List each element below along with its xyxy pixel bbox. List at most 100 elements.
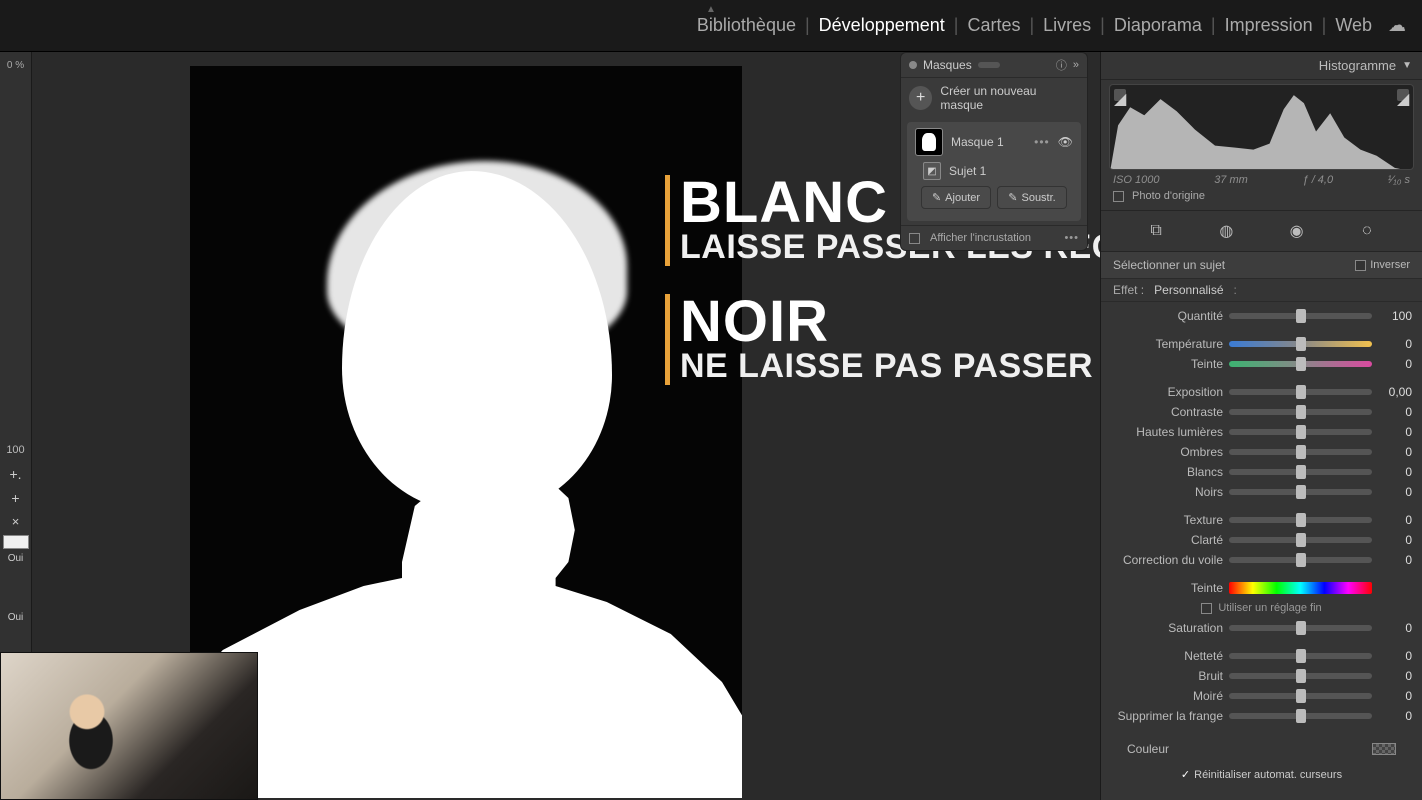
use-fine-adjust-row[interactable]: Utiliser un réglage fin [1111, 598, 1412, 618]
select-subject-row: Sélectionner un sujet Inverser [1101, 252, 1422, 279]
slider-label: Exposition [1111, 385, 1223, 399]
fine-checkbox[interactable] [1201, 603, 1212, 614]
slider-value: 0 [1378, 485, 1412, 499]
slider-teinte[interactable]: Teinte0 [1111, 354, 1412, 374]
slider-voile[interactable]: Correction du voile0 [1111, 550, 1412, 570]
slider-label: Blancs [1111, 465, 1223, 479]
slider-track[interactable] [1229, 361, 1372, 367]
original-photo-checkbox[interactable] [1113, 191, 1124, 202]
slider-label: Contraste [1111, 405, 1223, 419]
local-tool-icons: ⧉ ◍ ◉ ◌ [1101, 211, 1422, 252]
slider-value: 0 [1378, 425, 1412, 439]
invert-checkbox[interactable] [1355, 260, 1366, 271]
mask-visibility-icon[interactable]: 👁 [1058, 135, 1073, 149]
heal-icon[interactable]: ◍ [1214, 219, 1238, 243]
mask-opacity-slider[interactable] [978, 62, 1000, 68]
bg-swatch[interactable] [3, 535, 29, 549]
slider-value: 0 [1378, 533, 1412, 547]
plus2-icon[interactable]: + [2, 487, 30, 509]
slider-temperature[interactable]: Température0 [1111, 334, 1412, 354]
slider-quantite[interactable]: Quantité100 [1111, 306, 1412, 326]
slider-blancs[interactable]: Blancs0 [1111, 462, 1412, 482]
original-photo-row[interactable]: Photo d'origine [1101, 188, 1422, 211]
panel-expand-arrow-icon[interactable]: ▲ [706, 4, 716, 15]
slider-bruit[interactable]: Bruit0 [1111, 666, 1412, 686]
slider-label: Température [1111, 337, 1223, 351]
slider-texture[interactable]: Texture0 [1111, 510, 1412, 530]
reset-sliders-row[interactable]: ✓Réinitialiser automat. curseurs [1111, 760, 1412, 793]
slider-track[interactable] [1229, 693, 1372, 699]
slider-track[interactable] [1229, 429, 1372, 435]
chevron-down-icon[interactable]: ▼ [1402, 60, 1412, 71]
color-row[interactable]: Couleur [1111, 734, 1412, 760]
mask-item-1[interactable]: Masque 1 ••• 👁 ◩ Sujet 1 ✎Ajouter ✎Soust… [907, 122, 1081, 221]
slider-track[interactable] [1229, 489, 1372, 495]
slider-ombres[interactable]: Ombres0 [1111, 442, 1412, 462]
slider-saturation[interactable]: Saturation0 [1111, 618, 1412, 638]
info-icon[interactable]: ⓘ [1056, 57, 1067, 73]
slider-label: Quantité [1111, 309, 1223, 323]
plus-icon[interactable]: +. [2, 463, 30, 485]
nav-bibliothèque[interactable]: Bibliothèque [693, 13, 800, 37]
masks-title: Masques [923, 58, 972, 72]
sync-icon[interactable]: ☁ [1384, 13, 1410, 38]
slider-track[interactable] [1229, 557, 1372, 563]
slider-track[interactable] [1229, 389, 1372, 395]
mask-preview-image [190, 66, 742, 798]
histogram-box[interactable]: ◢ ◢ [1109, 84, 1414, 170]
slider-exposition[interactable]: Exposition0,00 [1111, 382, 1412, 402]
slider-hautes[interactable]: Hautes lumières0 [1111, 422, 1412, 442]
histogram-curve [1110, 85, 1413, 170]
slider-frange[interactable]: Supprimer la frange0 [1111, 706, 1412, 726]
module-nav: ▲ Bibliothèque | Développement | Cartes … [0, 0, 1422, 52]
show-overlay-checkbox[interactable] [909, 233, 920, 244]
focal-label: 37 mm [1214, 174, 1248, 186]
mask-show-overlay-row[interactable]: Afficher l'incrustation ••• [901, 225, 1087, 250]
close-icon[interactable]: × [2, 511, 30, 533]
slider-nettete[interactable]: Netteté0 [1111, 646, 1412, 666]
pencil-sub-icon: ✎ [1008, 191, 1017, 204]
slider-track[interactable] [1229, 713, 1372, 719]
mask-add-button[interactable]: ✎Ajouter [921, 186, 991, 209]
nav-cartes[interactable]: Cartes [963, 13, 1024, 37]
slider-noirs[interactable]: Noirs0 [1111, 482, 1412, 502]
slider-track[interactable] [1229, 449, 1372, 455]
slider-track[interactable] [1229, 673, 1372, 679]
slider-value: 0 [1378, 445, 1412, 459]
nav-impression[interactable]: Impression [1221, 13, 1317, 37]
collapse-icon[interactable]: » [1073, 59, 1079, 71]
nav-livres[interactable]: Livres [1039, 13, 1095, 37]
slider-track[interactable] [1229, 653, 1372, 659]
crop-icon[interactable]: ⧉ [1144, 219, 1168, 243]
slider-track[interactable] [1229, 625, 1372, 631]
slider-track[interactable] [1229, 409, 1372, 415]
slider-clarte[interactable]: Clarté0 [1111, 530, 1412, 550]
redeye-icon[interactable]: ◉ [1285, 219, 1309, 243]
nav-diaporama[interactable]: Diaporama [1110, 13, 1206, 37]
slider-contraste[interactable]: Contraste0 [1111, 402, 1412, 422]
mask-more-icon[interactable]: ••• [1034, 135, 1050, 149]
effect-preset-row[interactable]: Effet : Personnalisé : [1101, 279, 1422, 302]
mask-icon[interactable]: ◌ [1355, 219, 1379, 243]
slider-track[interactable] [1229, 537, 1372, 543]
overlay-more-icon[interactable]: ••• [1064, 232, 1079, 244]
slider-track[interactable] [1229, 469, 1372, 475]
masks-panel-header[interactable]: Masques ⓘ » [901, 53, 1087, 78]
nav-web[interactable]: Web [1331, 13, 1376, 37]
create-mask-row[interactable]: + Créer un nouveau masque [901, 78, 1087, 118]
slider-value: 0 [1378, 709, 1412, 723]
histogram-header[interactable]: Histogramme ▼ [1101, 52, 1422, 80]
slider-track[interactable] [1229, 517, 1372, 523]
color-swatch[interactable] [1372, 743, 1396, 755]
slider-moire[interactable]: Moiré0 [1111, 686, 1412, 706]
subject-thumb-icon: ◩ [923, 162, 941, 180]
mask-subtract-button[interactable]: ✎Soustr. [997, 186, 1067, 209]
develop-right-panel: Histogramme ▼ ◢ ◢ ISO 1000 37 mm ƒ / 4,0… [1100, 52, 1422, 800]
add-mask-button[interactable]: + [909, 86, 932, 110]
nav-développement[interactable]: Développement [815, 13, 949, 37]
slider-track[interactable] [1229, 341, 1372, 347]
slider-hue[interactable]: Teinte [1111, 578, 1412, 598]
mask-color-dot-icon[interactable] [909, 61, 917, 69]
slider-label: Saturation [1111, 621, 1223, 635]
slider-track[interactable] [1229, 313, 1372, 319]
